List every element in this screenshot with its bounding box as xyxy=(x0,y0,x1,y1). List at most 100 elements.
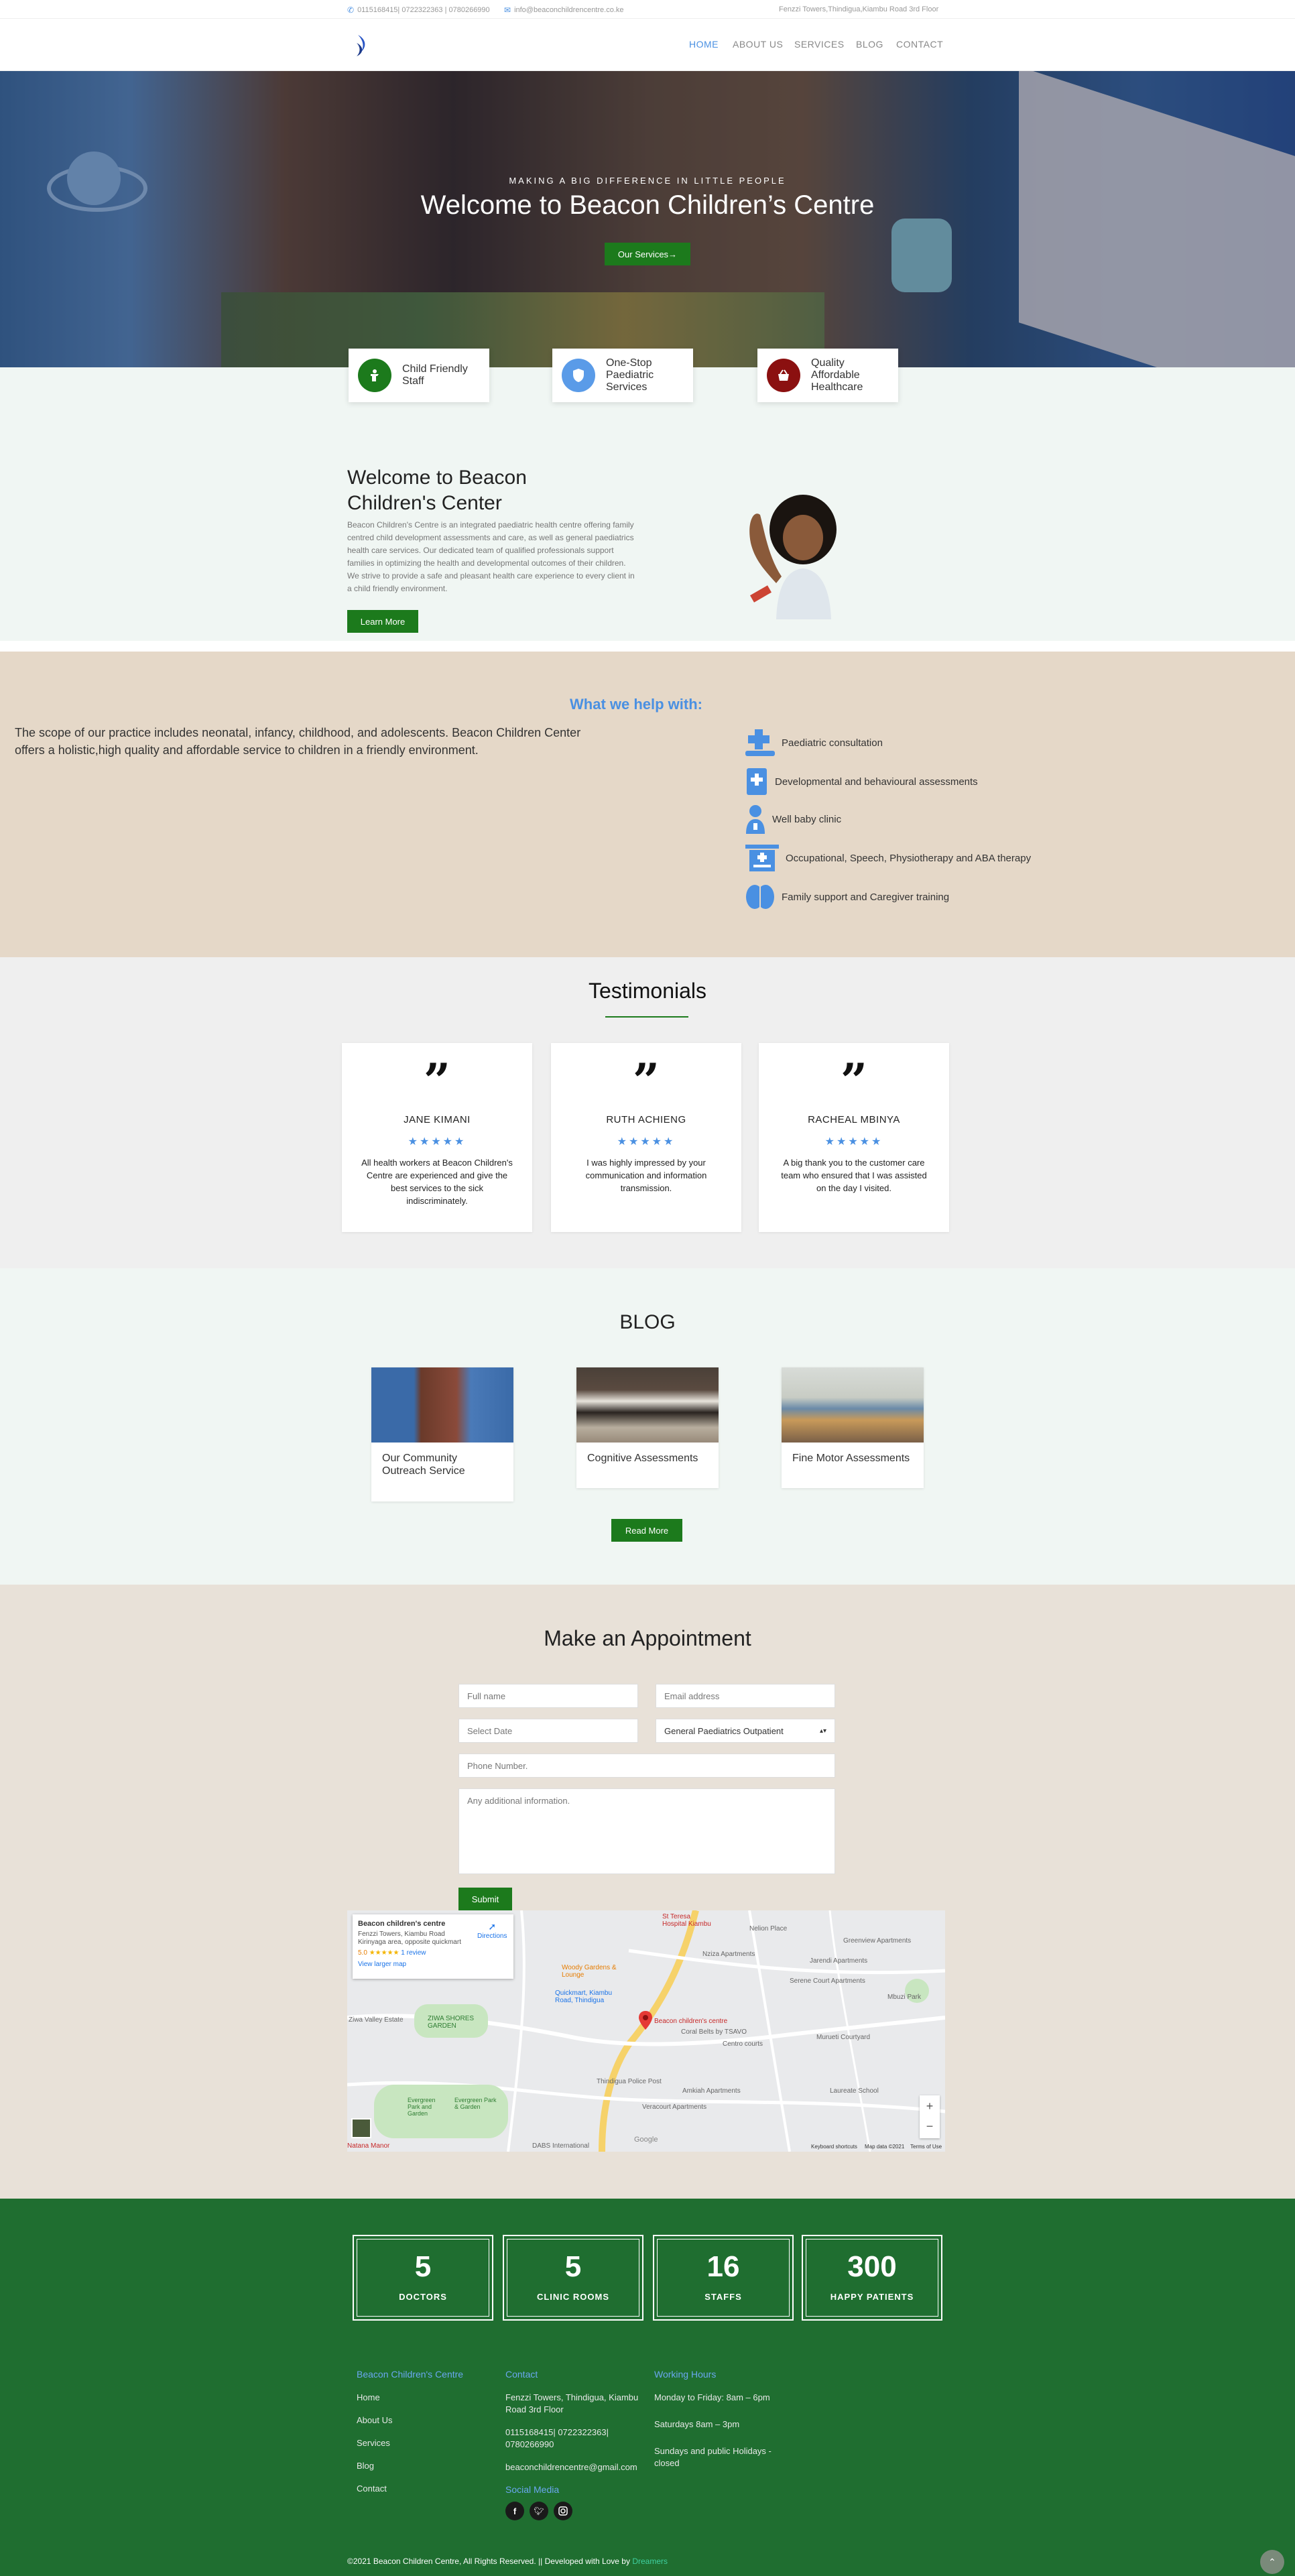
zoom-in-button[interactable]: + xyxy=(920,2095,940,2117)
nav-contact[interactable]: CONTACT xyxy=(896,39,943,50)
testimonial-card: ” JANE KIMANI ★★★★★ All health workers a… xyxy=(342,1043,532,1232)
stat-label: CLINIC ROOMS xyxy=(536,2292,610,2302)
blog-image xyxy=(782,1367,924,1443)
stat-value: 5 xyxy=(414,2250,432,2283)
instagram-icon[interactable] xyxy=(554,2502,572,2520)
directions-button[interactable]: ➚ Directions xyxy=(477,1921,507,1940)
nav-services[interactable]: SERVICES xyxy=(794,39,845,50)
map-label: Mbuzi Park xyxy=(887,1994,922,2001)
footer-col-contact: Contact Fenzzi Towers, Thindigua, Kiambu… xyxy=(505,2369,639,2520)
satellite-toggle[interactable] xyxy=(351,2118,371,2138)
testimonial-name: RACHEAL MBINYA xyxy=(808,1114,900,1125)
topbar-email[interactable]: ✉ info@beaconchildrencentre.co.ke xyxy=(504,5,624,15)
map-label: Quickmart, Kiambu Road, Thindigua xyxy=(555,1989,613,2004)
beacon-logo-icon xyxy=(357,35,365,56)
department-select[interactable]: General Paediatrics Outpatient ▴▾ xyxy=(656,1719,835,1743)
clipboard-plus-icon xyxy=(745,767,768,796)
blog-card[interactable]: Fine Motor Assessments xyxy=(782,1367,924,1488)
map-label: Jarendi Apartments xyxy=(810,1957,868,1965)
map-label: ZIWA SHORES GARDEN xyxy=(428,2015,475,2030)
map-label: Ziwa Valley Estate xyxy=(349,2016,404,2024)
developer-link[interactable]: Dreamers xyxy=(632,2557,668,2566)
blog-post-title[interactable]: Cognitive Assessments xyxy=(576,1443,719,1477)
learn-more-button[interactable]: Learn More xyxy=(347,610,418,633)
twitter-icon[interactable]: 🐦︎ xyxy=(530,2502,548,2520)
map-label: Laureate School xyxy=(830,2087,879,2095)
testimonial-text: A big thank you to the customer care tea… xyxy=(781,1158,927,1193)
nav-about-us[interactable]: ABOUT US xyxy=(733,39,783,50)
full-name-input[interactable]: Full name xyxy=(458,1684,638,1708)
testimonial-name: RUTH ACHIENG xyxy=(606,1114,686,1125)
view-larger-map-link[interactable]: View larger map xyxy=(358,1961,508,1968)
testimonial-text: All health workers at Beacon Children's … xyxy=(361,1158,513,1206)
footer-heading: Contact xyxy=(505,2369,538,2380)
testimonial-name: JANE KIMANI xyxy=(404,1114,471,1125)
google-map[interactable]: Beacon children's centre Beacon children… xyxy=(347,1910,945,2152)
title-underline xyxy=(605,1016,688,1018)
map-label: Nelion Place xyxy=(749,1925,788,1933)
footer-link-blog[interactable]: Blog xyxy=(357,2460,491,2472)
blog-post-title[interactable]: Our Community Outreach Service xyxy=(371,1443,513,1489)
zoom-out-button[interactable]: − xyxy=(920,2117,940,2138)
logo[interactable] xyxy=(354,32,371,62)
stat-value: 5 xyxy=(564,2250,582,2283)
map-stars: ★★★★★ xyxy=(369,1949,399,1957)
map-label: Murueti Courtyard xyxy=(816,2034,871,2041)
map-label: Centro courts xyxy=(723,2040,763,2048)
map-label: Serene Court Apartments xyxy=(790,1977,865,1985)
footer-email[interactable]: beaconchildrencentre@gmail.com xyxy=(505,2461,639,2473)
map-reviews[interactable]: 1 review xyxy=(401,1949,426,1957)
social-icons: f 🐦︎ xyxy=(505,2502,639,2520)
footer-link-home[interactable]: Home xyxy=(357,2392,491,2404)
date-input[interactable]: Select Date xyxy=(458,1719,638,1743)
blog-image xyxy=(371,1367,513,1443)
our-services-button[interactable]: Our Services→ xyxy=(605,243,690,265)
email-input[interactable]: Email address xyxy=(656,1684,835,1708)
map-label: Evergreen Park & Garden xyxy=(454,2097,497,2110)
nav-home[interactable]: HOME xyxy=(689,39,719,50)
testimonial-card: ” RACHEAL MBINYA ★★★★★ A big thank you t… xyxy=(759,1043,949,1232)
help-intro: The scope of our practice includes neona… xyxy=(15,726,581,757)
map-label: Coral Belts by TSAVO xyxy=(681,2028,747,2036)
facebook-icon[interactable]: f xyxy=(505,2502,524,2520)
footer-link-about[interactable]: About Us xyxy=(357,2414,491,2427)
testimonials-title: Testimonials xyxy=(588,979,707,1003)
footer-address: Fenzzi Towers, Thindigua, Kiambu Road 3r… xyxy=(505,2392,639,2414)
phone-input[interactable]: Phone Number. xyxy=(458,1754,835,1778)
nav-blog[interactable]: BLOG xyxy=(856,39,883,50)
terms-link[interactable]: Terms of Use xyxy=(910,2144,942,2150)
blog-card[interactable]: Our Community Outreach Service xyxy=(371,1367,513,1501)
map-rating: 5.0 xyxy=(358,1949,367,1957)
select-arrows-icon: ▴▾ xyxy=(819,1727,826,1735)
stat-box: 16 STAFFS xyxy=(653,2235,794,2321)
appointment-title: Make an Appointment xyxy=(544,1626,751,1650)
footer-phones: 0115168415| 0722322363| 0780266990 xyxy=(505,2427,609,2449)
stat-box: 5 CLINIC ROOMS xyxy=(503,2235,643,2321)
read-more-button[interactable]: Read More xyxy=(611,1519,682,1542)
phone-icon: ✆ xyxy=(347,5,355,15)
feature-card-services: One-Stop Paediatric Services xyxy=(552,349,693,402)
feature-card-quality: Quality Affordable Healthcare xyxy=(757,349,898,402)
scroll-top-button[interactable]: ⌃ xyxy=(1260,2550,1284,2574)
help-heading: What we help with: xyxy=(570,696,702,713)
submit-button[interactable]: Submit xyxy=(458,1888,512,1910)
footer-link-contact[interactable]: Contact xyxy=(357,2483,491,2495)
welcome-section xyxy=(0,367,1295,641)
blog-post-title[interactable]: Fine Motor Assessments xyxy=(782,1443,924,1477)
quote-icon: ” xyxy=(632,1053,660,1109)
map-label: Greenview Apartments xyxy=(843,1937,912,1945)
topbar-phone[interactable]: ✆ 0115168415| 0722322363 | 0780266990 xyxy=(347,5,490,15)
map-label: Woody Gardens & Lounge xyxy=(562,1964,617,1979)
doctor-icon xyxy=(745,804,765,834)
blog-card[interactable]: Cognitive Assessments xyxy=(576,1367,719,1488)
stat-label: DOCTORS xyxy=(399,2292,447,2302)
keyboard-shortcuts-link[interactable]: Keyboard shortcuts xyxy=(811,2144,857,2150)
footer-link-services[interactable]: Services xyxy=(357,2437,491,2449)
welcome-body: Beacon Children's Centre is an integrate… xyxy=(347,520,635,593)
stat-value: 16 xyxy=(706,2250,740,2283)
map-label: DABS International xyxy=(532,2142,590,2150)
stat-box: 300 HAPPY PATIENTS xyxy=(802,2235,942,2321)
additional-info-textarea[interactable]: Any additional information. xyxy=(458,1788,835,1874)
hours-saturday: Saturdays 8am – 3pm xyxy=(654,2419,740,2429)
map-pin-icon[interactable] xyxy=(639,2011,652,2033)
